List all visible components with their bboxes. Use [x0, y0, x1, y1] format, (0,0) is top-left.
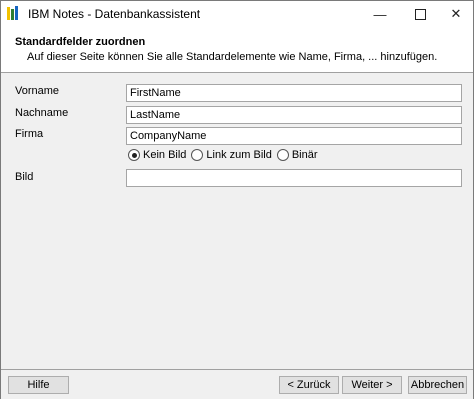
- maximize-icon: [414, 8, 426, 20]
- radio-binaer[interactable]: Binär: [276, 149, 318, 161]
- bild-options: Kein Bild Link zum Bild Binär: [128, 149, 323, 161]
- minimize-icon: —: [373, 6, 387, 22]
- nachname-label: Nachname: [15, 107, 69, 119]
- firma-field[interactable]: [126, 127, 462, 145]
- back-button[interactable]: < Zurück: [279, 376, 339, 394]
- nachname-field[interactable]: [126, 106, 462, 124]
- wizard-header: Standardfelder zuordnen Auf dieser Seite…: [1, 27, 473, 73]
- radio-kein-bild-label: Kein Bild: [143, 149, 187, 161]
- vorname-label: Vorname: [15, 85, 60, 97]
- radio-link-zum-bild[interactable]: Link zum Bild: [191, 149, 272, 161]
- help-button[interactable]: Hilfe: [8, 376, 69, 394]
- ibm-notes-icon: [7, 6, 21, 20]
- cancel-button[interactable]: Abbrechen: [408, 376, 467, 394]
- radio-selected-icon: [128, 149, 140, 161]
- form-area: Vorname Nachname Firma Kein Bild Link zu…: [1, 73, 473, 368]
- title-bar[interactable]: IBM Notes - Datenbankassistent — ✕: [1, 1, 473, 27]
- page-title: Standardfelder zuordnen: [15, 36, 146, 48]
- radio-unselected-icon: [276, 149, 289, 161]
- radio-link-zum-bild-label: Link zum Bild: [206, 149, 272, 161]
- bild-label: Bild: [15, 171, 34, 183]
- next-button[interactable]: Weiter >: [342, 376, 402, 394]
- radio-binaer-label: Binär: [291, 149, 318, 161]
- maximize-button[interactable]: [401, 1, 439, 27]
- bild-field[interactable]: [126, 169, 462, 187]
- vorname-field[interactable]: [126, 84, 462, 102]
- close-button[interactable]: ✕: [437, 1, 474, 27]
- radio-unselected-icon: [191, 149, 204, 161]
- button-bar: Hilfe < Zurück Weiter > Abbrechen: [1, 369, 473, 399]
- minimize-button[interactable]: —: [361, 1, 399, 27]
- window-title: IBM Notes - Datenbankassistent: [28, 7, 201, 21]
- firma-label: Firma: [15, 128, 44, 140]
- dialog-window: IBM Notes - Datenbankassistent — ✕ Stand…: [0, 0, 474, 399]
- radio-kein-bild[interactable]: Kein Bild: [128, 149, 186, 161]
- close-icon: ✕: [450, 6, 462, 21]
- page-description: Auf dieser Seite können Sie alle Standar…: [27, 51, 438, 63]
